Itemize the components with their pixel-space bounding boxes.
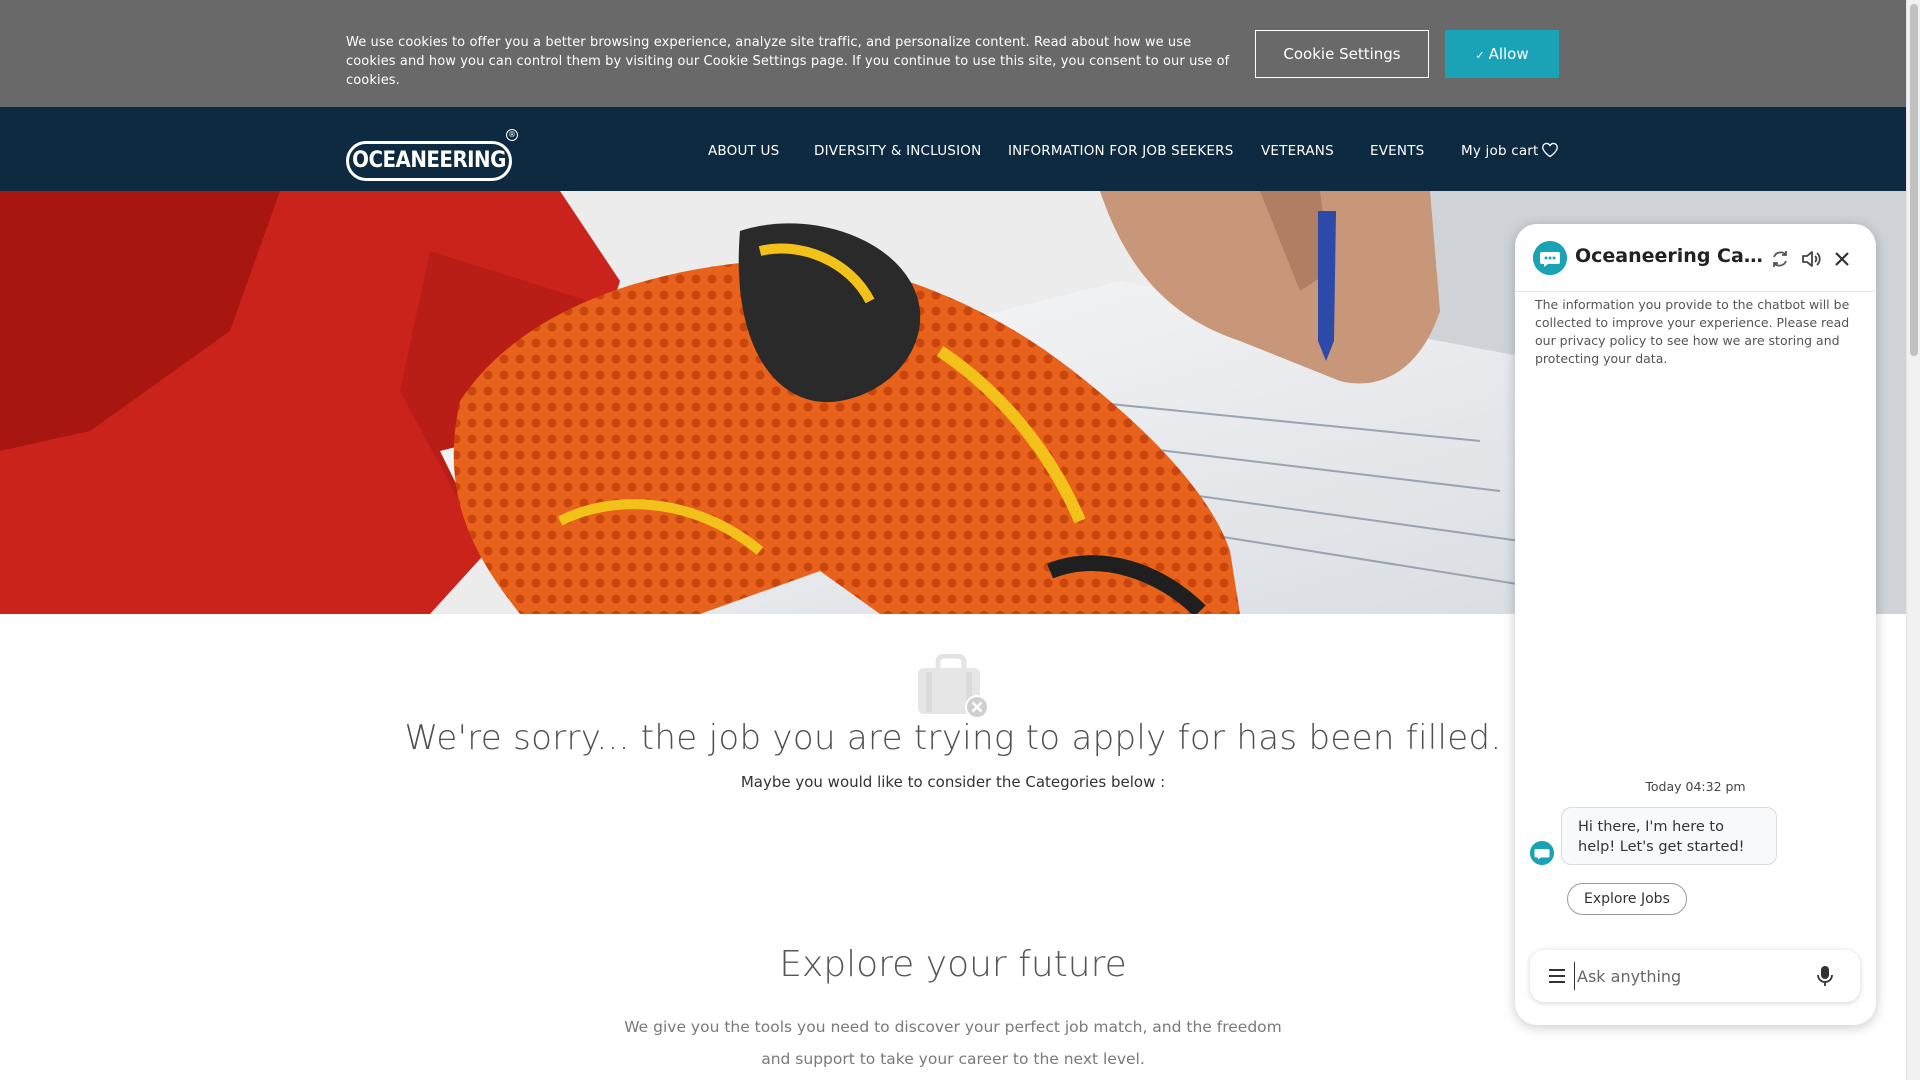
- chatbot-header: Oceaneering Careers: [1515, 224, 1876, 292]
- heart-icon[interactable]: [1541, 142, 1559, 158]
- nav-info-job-seekers[interactable]: INFORMATION FOR JOB SEEKERS: [1008, 143, 1234, 159]
- speaker-icon[interactable]: [1800, 248, 1822, 270]
- page-scrollbar[interactable]: [1906, 0, 1920, 1080]
- allow-label: Allow: [1488, 45, 1529, 63]
- refresh-icon[interactable]: [1769, 248, 1791, 270]
- nav-diversity-inclusion[interactable]: DIVERSITY & INCLUSION: [814, 143, 981, 159]
- nav-about-us[interactable]: ABOUT US: [708, 143, 779, 159]
- allow-cookies-button[interactable]: ✓ Allow: [1445, 30, 1559, 78]
- registered-mark: ®: [506, 129, 518, 141]
- scrollbar-thumb[interactable]: [1910, 4, 1918, 356]
- nav-veterans[interactable]: VETERANS: [1261, 143, 1334, 159]
- menu-icon[interactable]: [1548, 967, 1566, 985]
- chat-bubble-icon: [1533, 241, 1567, 275]
- cookie-banner: We use cookies to offer you a better bro…: [0, 0, 1906, 107]
- message-timestamp: Today 04:32 pm: [1645, 779, 1746, 794]
- oceaneering-logo[interactable]: OCEANEERING ®: [346, 129, 518, 181]
- main-nav: OCEANEERING ® ABOUT US DIVERSITY & INCLU…: [0, 107, 1906, 191]
- cookie-message: We use cookies to offer you a better bro…: [346, 35, 1230, 88]
- chatbot-privacy-note: The information you provide to the chatb…: [1535, 297, 1850, 366]
- chat-input[interactable]: [1574, 962, 1794, 990]
- page: We use cookies to offer you a better bro…: [0, 0, 1906, 1080]
- cookie-settings-button[interactable]: Cookie Settings: [1255, 30, 1429, 78]
- bot-message: Hi there, I'm here to help! Let's get st…: [1561, 807, 1777, 865]
- nav-job-cart[interactable]: My job cart: [1461, 143, 1539, 159]
- explore-body-line: and support to take your career to the n…: [761, 1050, 1145, 1068]
- check-icon: ✓: [1475, 49, 1485, 62]
- logo-wordmark: OCEANEERING: [346, 141, 512, 181]
- chat-bubble-icon: [1530, 841, 1554, 865]
- nav-events[interactable]: EVENTS: [1370, 143, 1424, 159]
- chatbot-title: Oceaneering Careers: [1575, 245, 1769, 267]
- chatbot-panel: Oceaneering Careers The information you …: [1515, 224, 1876, 1025]
- briefcase-closed-icon: [918, 654, 989, 719]
- explore-jobs-chip[interactable]: Explore Jobs: [1567, 883, 1687, 915]
- close-icon[interactable]: [1831, 248, 1853, 270]
- chat-input-bar: [1530, 950, 1860, 1002]
- microphone-icon[interactable]: [1814, 964, 1836, 988]
